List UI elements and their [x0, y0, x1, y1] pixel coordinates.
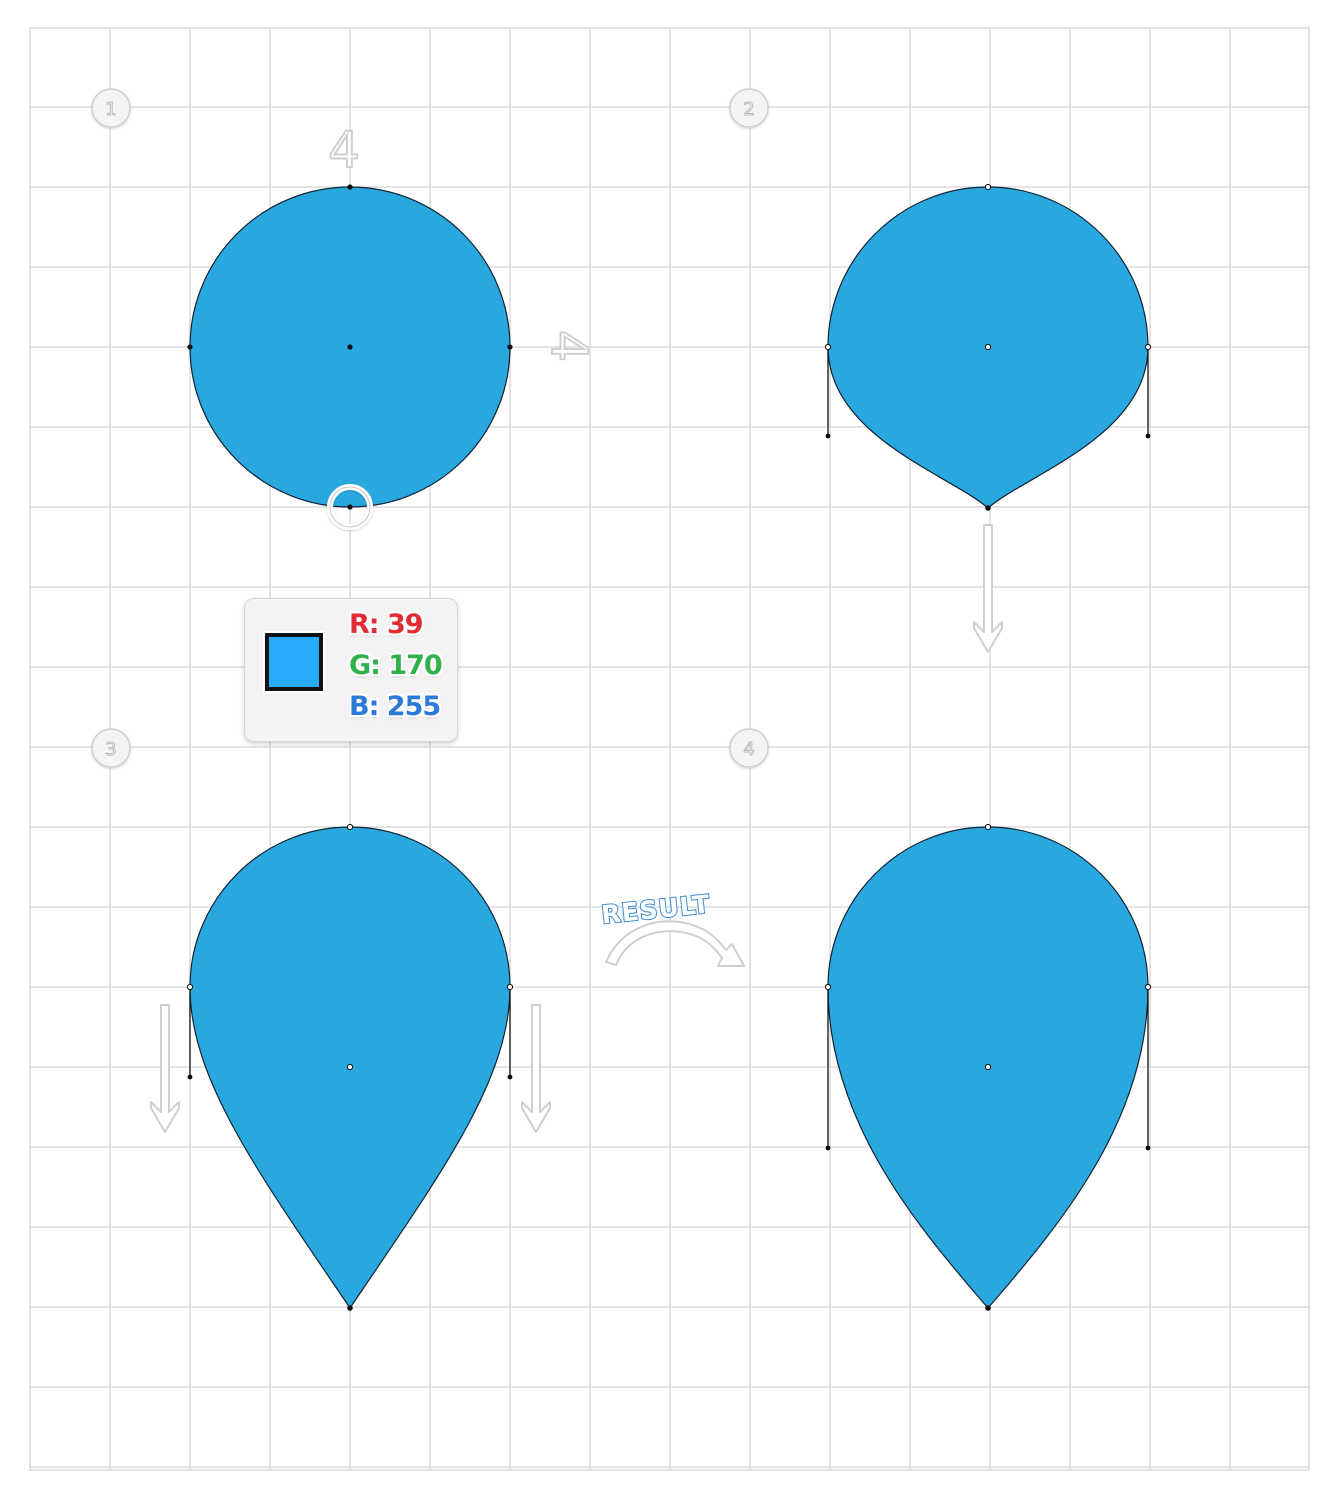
anchor-point — [824, 343, 832, 351]
anchor-point — [984, 183, 992, 191]
color-swatch-panel: R: 39 G: 170 B: 255 — [244, 598, 458, 742]
anchor-point — [187, 344, 193, 350]
center-point — [347, 344, 353, 350]
handle-point — [1145, 433, 1151, 439]
anchor-point — [347, 1305, 353, 1311]
green-value-label: G: 170 — [349, 650, 443, 681]
red-value-label: R: 39 — [349, 609, 424, 640]
anchor-point — [824, 983, 832, 991]
center-point — [984, 1063, 992, 1071]
handle-point — [825, 1145, 831, 1151]
dimension-label-top: 4 — [328, 121, 360, 179]
anchor-point — [347, 184, 353, 190]
step-number: 4 — [743, 739, 754, 760]
anchor-point — [346, 823, 354, 831]
anchor-point — [507, 344, 513, 350]
anchor-point — [984, 823, 992, 831]
step-badge-2: 2 — [729, 88, 769, 128]
dimension-label-side: 4 — [540, 330, 598, 362]
step-badge-1: 1 — [91, 88, 131, 128]
step-badge-3: 3 — [91, 728, 131, 768]
anchor-point — [985, 1305, 991, 1311]
step-number: 1 — [105, 99, 116, 120]
anchor-point — [506, 983, 514, 991]
anchor-point — [985, 505, 991, 511]
center-point — [984, 343, 992, 351]
handle-point — [187, 1074, 193, 1080]
color-swatch — [263, 631, 325, 693]
step-badge-4: 4 — [729, 728, 769, 768]
step-number: 2 — [743, 99, 754, 120]
handle-point — [507, 1074, 513, 1080]
anchor-point — [1144, 983, 1152, 991]
blue-value-label: B: 255 — [349, 691, 441, 722]
tutorial-canvas: 1 2 3 4 4 4 RESULT — [29, 27, 1310, 1471]
anchor-point — [186, 983, 194, 991]
anchor-point — [347, 504, 353, 510]
handle-point — [825, 433, 831, 439]
center-point — [346, 1063, 354, 1071]
anchor-point — [1144, 343, 1152, 351]
step-number: 3 — [105, 739, 116, 760]
handle-point — [1145, 1145, 1151, 1151]
